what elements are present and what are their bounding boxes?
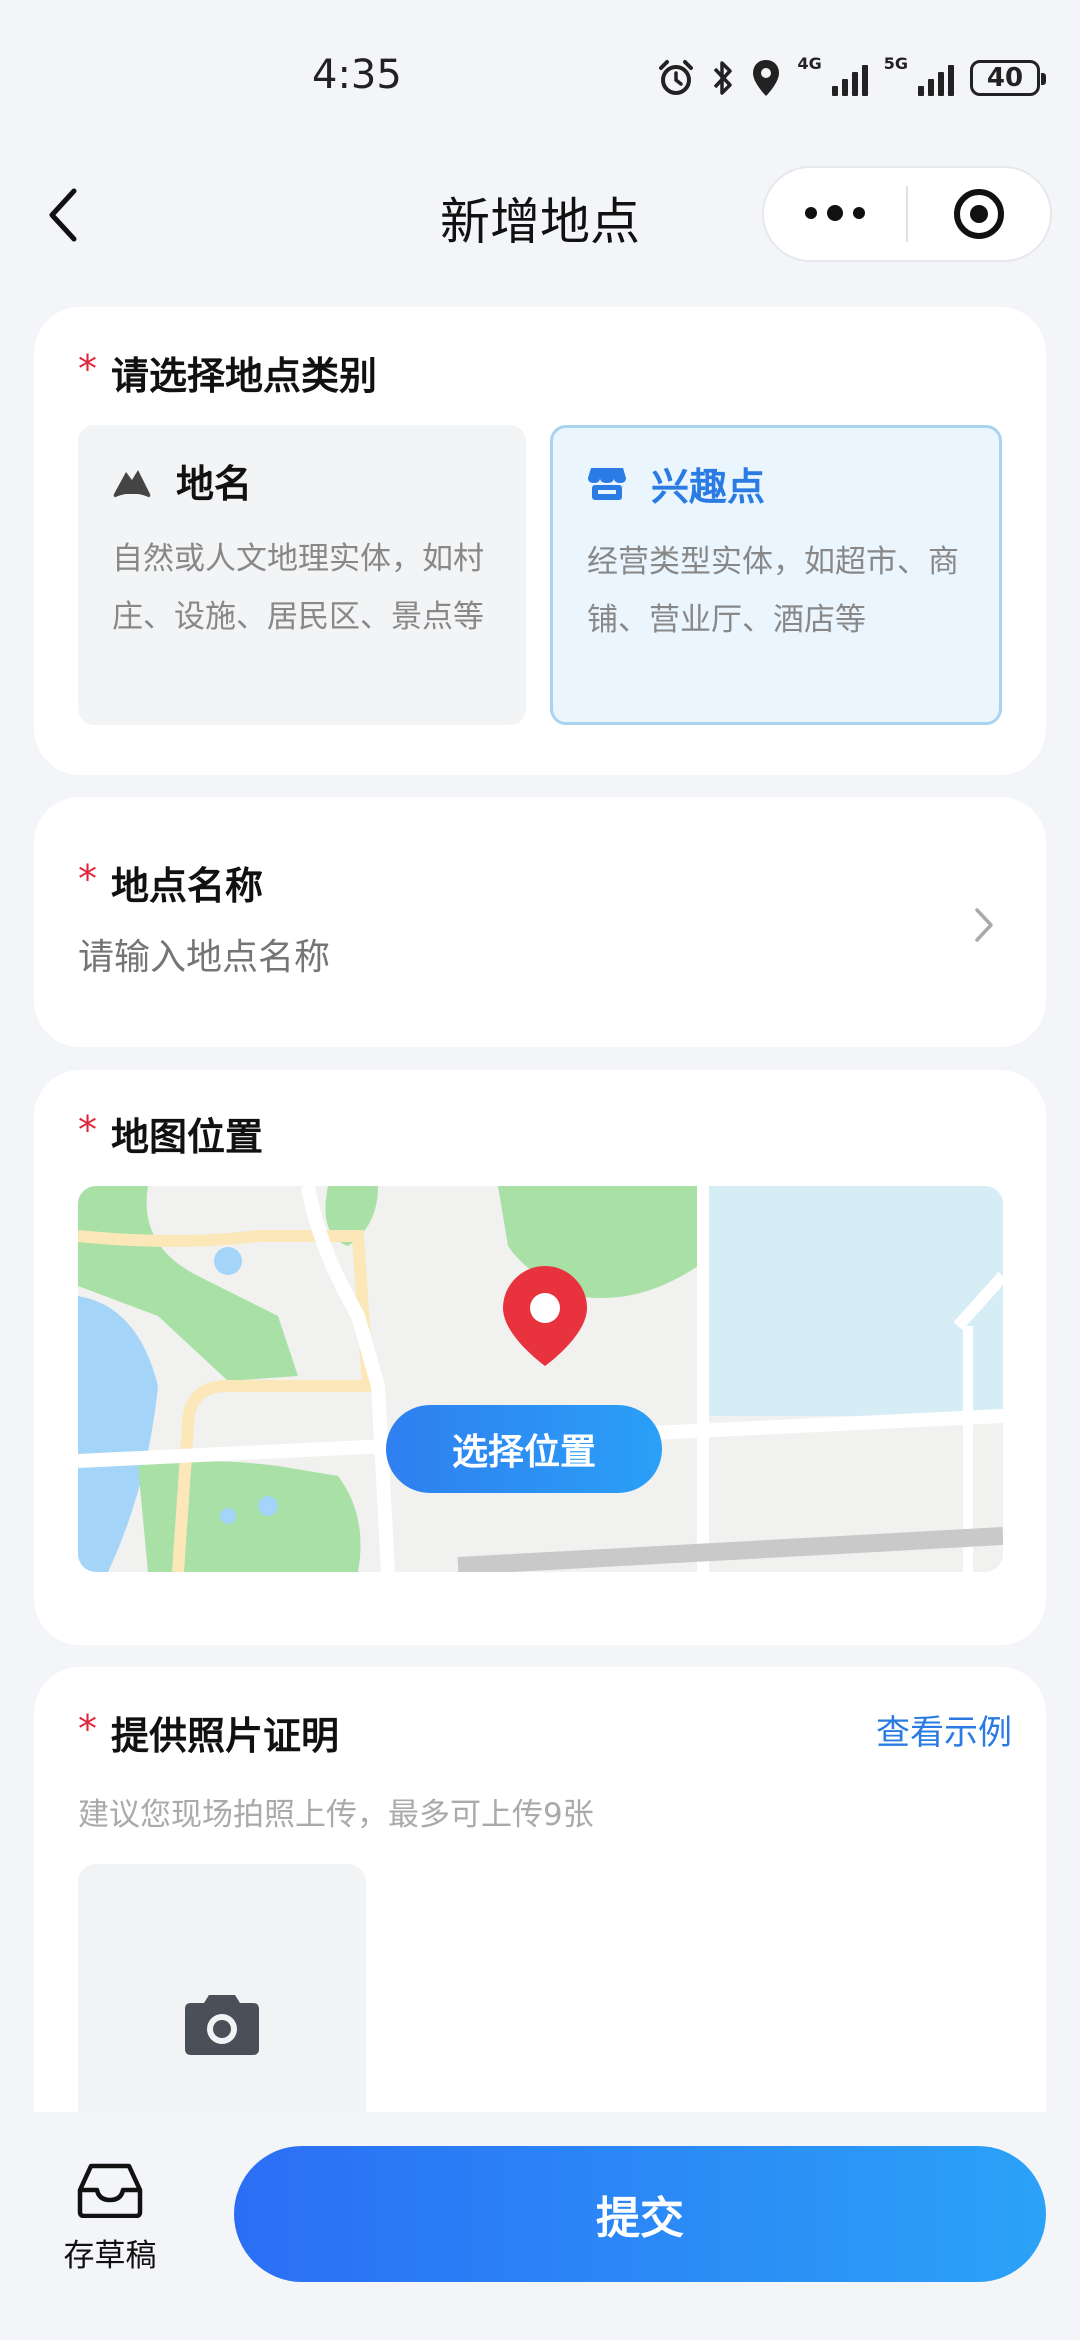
required-mark: * (78, 1107, 97, 1152)
map-preview[interactable] (78, 1186, 1003, 1572)
alarm-icon (659, 60, 694, 95)
location-icon (753, 60, 780, 96)
place-name-header: * 地点名称 (78, 855, 263, 910)
dot-icon (805, 207, 817, 219)
status-time: 4:35 (312, 52, 402, 98)
view-example-link[interactable]: 查看示例 (876, 1705, 1012, 1754)
category-option-place-name[interactable]: 地名 自然或人文地理实体，如村庄、设施、居民区、景点等 (78, 425, 526, 725)
required-mark: * (78, 1706, 97, 1751)
battery-icon: 40 (970, 60, 1046, 96)
category-header: * 请选择地点类别 (78, 345, 377, 400)
option-title: 地名 (176, 462, 253, 506)
category-label: 请选择地点类别 (111, 354, 378, 398)
bottom-action-bar: 存草稿 提交 (0, 2112, 1080, 2340)
option-title: 兴趣点 (651, 465, 766, 509)
category-card: * 请选择地点类别 地名 自然或人文地理实体，如村庄、设施、居民区、景点等 兴趣… (34, 307, 1046, 775)
save-draft-button[interactable]: 存草稿 (40, 2162, 180, 2275)
status-icons: 4G 5G 40 (657, 54, 1046, 98)
place-name-card[interactable]: * 地点名称 (34, 797, 1046, 1047)
bluetooth-icon (714, 61, 733, 95)
network-type-2: 5G (883, 54, 908, 73)
mini-program-capsule (762, 166, 1052, 262)
save-draft-label: 存草稿 (63, 2238, 157, 2274)
photo-proof-header: * 提供照片证明 (78, 1705, 339, 1760)
place-name-label: 地点名称 (111, 864, 264, 908)
map-image (78, 1186, 1003, 1572)
dot-icon (827, 205, 843, 221)
photo-proof-label: 提供照片证明 (111, 1714, 340, 1758)
signal-icon-1 (831, 60, 868, 96)
shop-icon (588, 467, 626, 500)
option-description: 自然或人文地理实体，如村庄、设施、居民区、景点等 (112, 541, 484, 635)
dot-icon (853, 207, 865, 219)
network-type-1: 4G (797, 54, 822, 73)
category-option-poi[interactable]: 兴趣点 经营类型实体，如超市、商铺、营业厅、酒店等 (550, 425, 1002, 725)
place-name-input[interactable] (78, 937, 958, 978)
more-options-button[interactable] (764, 205, 906, 221)
chevron-right-icon (975, 908, 993, 942)
close-mini-program-button[interactable] (908, 186, 1050, 242)
battery-level: 40 (986, 63, 1024, 93)
signal-icon-2 (918, 60, 954, 96)
required-mark: * (78, 346, 97, 391)
submit-button[interactable]: 提交 (234, 2146, 1046, 2282)
map-location-header: * 地图位置 (78, 1106, 263, 1161)
select-location-button[interactable]: 选择位置 (386, 1405, 662, 1493)
target-icon (953, 189, 1004, 239)
map-location-label: 地图位置 (111, 1115, 264, 1159)
photo-hint: 建议您现场拍照上传，最多可上传9张 (78, 1797, 594, 1833)
required-mark: * (78, 856, 97, 901)
map-location-card: * 地图位置 (34, 1070, 1046, 1645)
status-bar: 4:35 4G 5G 40 (0, 0, 1080, 150)
nav-bar: 新增地点 (0, 160, 1080, 270)
camera-icon (185, 1995, 259, 2055)
inbox-icon (77, 2163, 143, 2219)
mountain-icon (113, 469, 151, 497)
option-description: 经营类型实体，如超市、商铺、营业厅、酒店等 (587, 544, 959, 638)
